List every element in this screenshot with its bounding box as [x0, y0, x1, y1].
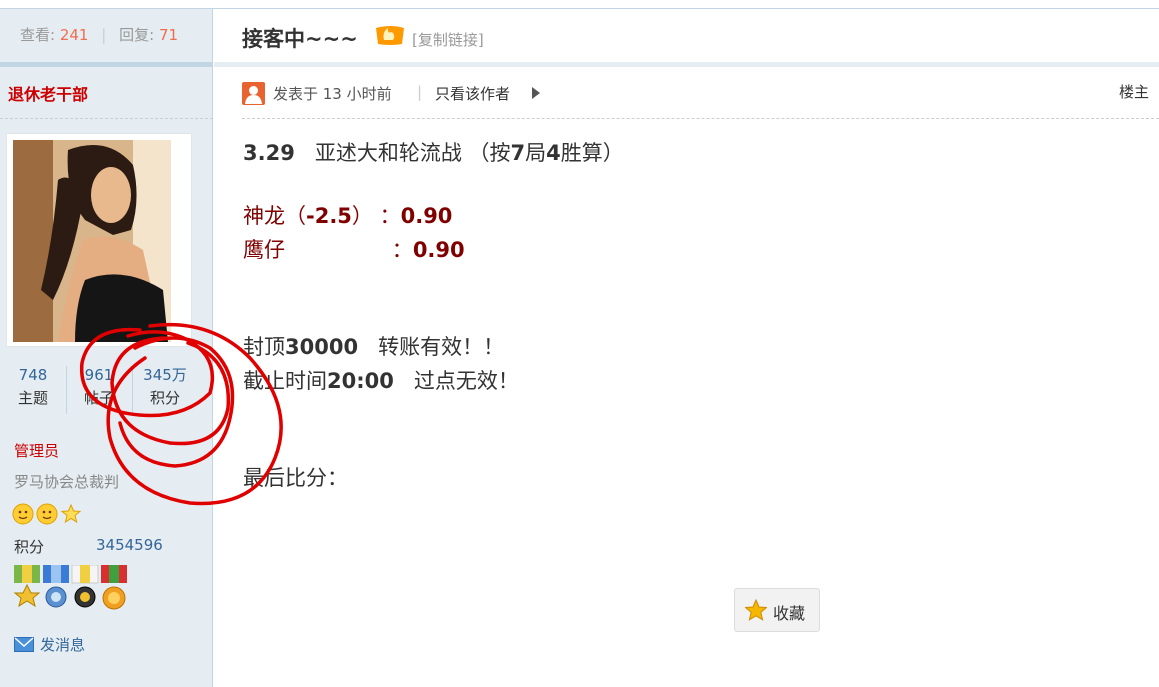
rank-stars: [12, 503, 84, 525]
content-line-deadline: 截止时间20:00 过点无效！: [243, 365, 519, 395]
user-icon: [242, 82, 265, 105]
match-mid: 局: [525, 141, 547, 165]
send-message-label: 发消息: [40, 636, 86, 654]
avatar[interactable]: [6, 133, 192, 347]
deadline-label: 截止时间: [243, 369, 327, 393]
sun-icon: [12, 503, 34, 525]
match-games: 7: [510, 141, 526, 165]
content-line-match: 3.29 亚述大和轮流战 （按7局4胜算）: [243, 137, 624, 167]
odds1-team: 神龙（: [243, 204, 306, 228]
medal-icon: [13, 565, 41, 608]
stat-posts-value: 961: [84, 366, 114, 384]
medal-icon: [71, 564, 99, 608]
deadline-time: 20:00: [327, 369, 394, 393]
stat-points-label: 积分: [149, 389, 180, 407]
title-divider: [214, 62, 1159, 67]
stat-points-value: 345万: [143, 366, 187, 384]
odds1-handicap: -2.5: [306, 204, 352, 228]
meta-separator: |: [417, 83, 423, 101]
floor-label: 楼主: [1118, 83, 1149, 101]
match-date: 3.29: [243, 141, 295, 165]
stats-separator: |: [101, 26, 107, 44]
medal-icon: [101, 565, 127, 610]
post-main: 接客中~~~ [复制链接] 发表于 13 小时前 | 只看该作者 楼主 3.29…: [214, 9, 1159, 687]
thread-title: 接客中~~~: [242, 27, 358, 51]
views-label: 查看:: [20, 26, 56, 44]
meta-divider: [242, 118, 1159, 119]
thread-header: 接客中~~~ [复制链接]: [214, 9, 1159, 62]
score-value: 3454596: [96, 536, 163, 554]
stats-divider: [0, 62, 213, 67]
hot-icon: [376, 26, 404, 45]
cap-text: 转账有效！！: [358, 335, 505, 359]
thread-stats: 查看: 241 | 回复: 71: [0, 9, 213, 62]
cap-value: 30000: [285, 335, 359, 359]
posted-time: 发表于 13 小时前: [273, 85, 392, 103]
content-line-cap: 封顶30000 转账有效！！: [243, 331, 504, 361]
medals[interactable]: [12, 564, 130, 617]
content-line-final-score: 最后比分：: [243, 466, 348, 490]
stat-threads-value: 748: [18, 366, 48, 384]
triangle-right-icon: [532, 87, 540, 99]
replies-count: 71: [158, 26, 179, 44]
content-line-odds-1: 神龙（-2.5） ：0.90: [243, 200, 452, 230]
cap-label: 封顶: [243, 335, 285, 359]
avatar-photo: [13, 140, 171, 342]
mail-icon: [14, 637, 34, 652]
content-line-odds-2: 鹰仔 ：0.90: [243, 234, 465, 264]
star-icon: [60, 503, 82, 524]
odds2-value: 0.90: [412, 238, 465, 262]
favorite-button[interactable]: 收藏: [734, 588, 820, 632]
stat-threads[interactable]: 748 主题: [0, 364, 66, 416]
author-sidebar: 查看: 241 | 回复: 71 退休老干部 748 主题 961 帖子 345…: [0, 9, 213, 687]
match-desc: 亚述大和轮流战 （按: [314, 141, 511, 165]
odds2-team: 鹰仔 ：: [243, 238, 413, 262]
deadline-text: 过点无效！: [393, 369, 519, 393]
score-label: 积分: [14, 538, 45, 556]
medal-icon: [43, 565, 69, 608]
stat-points[interactable]: 345万 积分: [132, 364, 198, 416]
user-custom-title: 罗马协会总裁判: [14, 473, 120, 491]
only-author-link[interactable]: 只看该作者: [435, 83, 510, 104]
replies-label: 回复:: [119, 26, 155, 44]
score-row: 积分 3454596: [14, 536, 163, 557]
match-wins: 4: [546, 141, 561, 165]
author-divider: [0, 118, 213, 119]
star-icon: [745, 599, 767, 621]
match-end: 胜算）: [560, 141, 624, 165]
user-group-link[interactable]: 管理员: [14, 440, 59, 461]
views-count: 241: [59, 26, 89, 44]
favorite-label: 收藏: [773, 604, 806, 623]
stat-posts[interactable]: 961 帖子: [66, 364, 132, 416]
sun-icon: [36, 503, 58, 525]
stat-threads-label: 主题: [17, 389, 48, 407]
stat-posts-label: 帖子: [83, 389, 114, 407]
post-meta: 发表于 13 小时前 | 只看该作者 楼主: [242, 81, 1159, 107]
copy-link[interactable]: [复制链接]: [412, 29, 484, 50]
odds1-value: 0.90: [400, 204, 453, 228]
profile-stats: 748 主题 961 帖子 345万 积分: [0, 364, 213, 416]
author-name-link[interactable]: 退休老干部: [8, 81, 88, 105]
odds1-mid: ） ：: [351, 204, 401, 228]
